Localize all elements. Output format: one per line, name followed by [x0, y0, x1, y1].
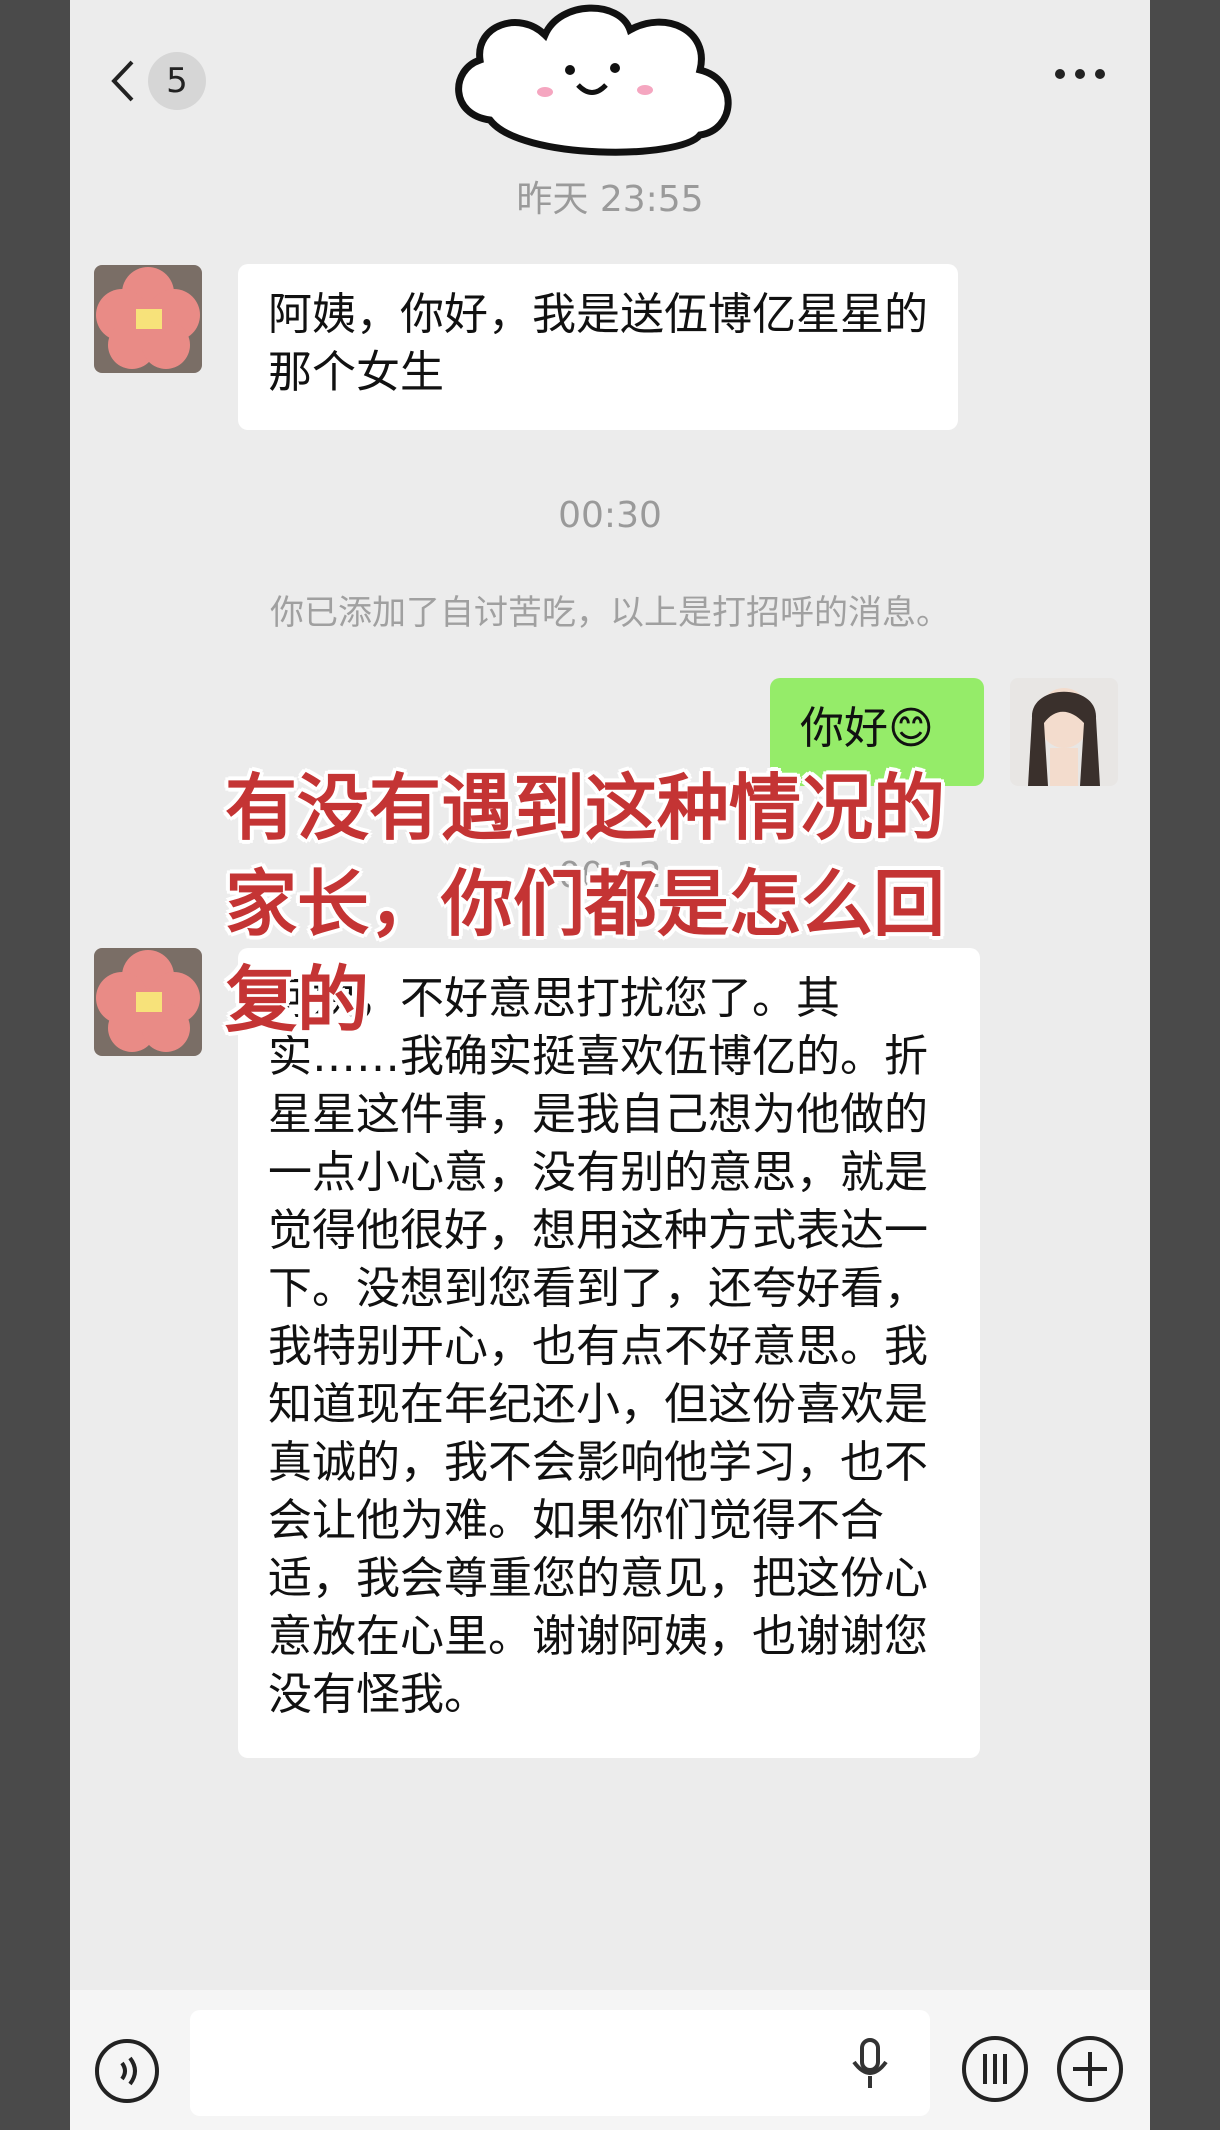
- chevron-left-icon: [111, 60, 134, 102]
- message-bubble-incoming[interactable]: 阿姨，你好，我是送伍博亿星星的那个女生: [238, 264, 958, 430]
- unread-badge: 5: [148, 52, 206, 110]
- cloud-sticker-icon: [455, 4, 732, 156]
- voice-toggle-icon[interactable]: [94, 2038, 160, 2104]
- timestamp: 00:30: [558, 495, 662, 536]
- more-dots-icon[interactable]: [1050, 62, 1110, 86]
- user-avatar[interactable]: [1010, 678, 1118, 786]
- chat-screen: 5 昨天 23:55 阿姨，你好，我是送伍博亿星星的那个女生 00:30 你已添…: [70, 0, 1150, 2130]
- overlay-caption: 有没有遇到这种情况的家长，你们都是怎么回复的: [225, 766, 946, 1042]
- message-input[interactable]: [190, 2010, 930, 2116]
- plus-icon[interactable]: [1055, 2034, 1125, 2104]
- photo-avatar-icon: [1010, 678, 1118, 786]
- flower-avatar-icon: [94, 948, 202, 1056]
- timestamp: 昨天 23:55: [516, 179, 704, 220]
- contact-avatar[interactable]: [94, 265, 202, 373]
- flower-avatar-icon: [94, 265, 202, 373]
- back-button[interactable]: 5: [108, 52, 208, 110]
- system-notice: 你已添加了自讨苦吃，以上是打招呼的消息。: [270, 593, 950, 633]
- input-bar: [70, 1990, 1150, 2130]
- emoji-icon[interactable]: [960, 2034, 1030, 2104]
- contact-avatar[interactable]: [94, 948, 202, 1056]
- microphone-icon[interactable]: [850, 2038, 890, 2090]
- message-bubble-incoming[interactable]: 阿姨，不好意思打扰您了。其实……我确实挺喜欢伍博亿的。折星星这件事，是我自己想为…: [238, 948, 980, 1758]
